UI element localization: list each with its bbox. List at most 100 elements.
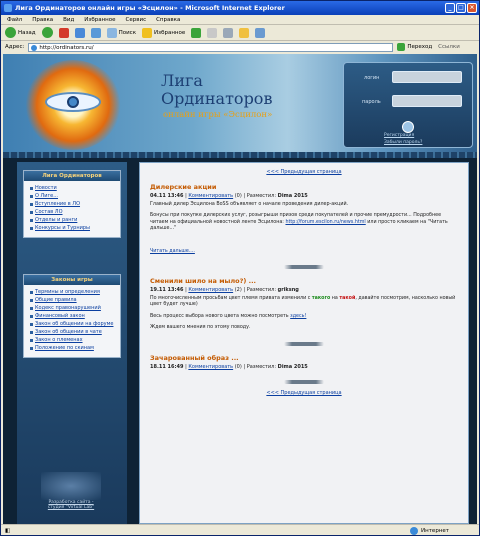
sidebar-link[interactable]: Общие правила [35,297,77,303]
sidebar-link[interactable]: Конкурсы и Турниры [35,225,90,231]
sidebar-item-join[interactable]: Вступление в ЛО [30,201,120,207]
read-more-link[interactable]: Читать дальше.... [150,249,195,254]
sidebar-item-about[interactable]: О Лиге... [30,193,120,199]
menu-favorites[interactable]: Избранное [84,15,115,24]
address-input[interactable]: http://ordinators.ru/ [28,42,394,52]
sidebar-link[interactable]: Состав ЛО [35,209,63,215]
favorites-button[interactable]: Избранное [142,27,186,38]
messenger-button[interactable] [255,27,266,38]
comment-link[interactable]: Комментировать [188,193,233,199]
forward-button[interactable] [41,27,53,38]
search-button[interactable]: Поиск [106,27,136,38]
sidebar-link[interactable]: Закон об общении на форуме [35,321,113,327]
sidebar-item-skins[interactable]: Положение по скинам [30,345,120,351]
comment-count: (0) [234,363,242,370]
prev-page-link-bottom[interactable]: <<< Предыдущая страница [150,390,458,396]
register-link[interactable]: Регистрация [384,133,414,138]
password-label: пароль [362,99,381,105]
sidebar-item-finance[interactable]: Финансовый закон [30,313,120,319]
post: Зачарованный образ ... 18.11 16:49 | Ком… [150,354,458,370]
sidebar-item-tribes-law[interactable]: Закон о племенах [30,337,120,343]
password-input[interactable] [392,95,462,107]
footer-studio[interactable]: студия "Virtual Lab" [21,505,121,510]
sidebar-link[interactable]: Кодекс правонарушений [35,305,101,311]
main-content: <<< Предыдущая страница Дилерские акции … [139,162,469,524]
back-label: Назад [18,29,36,36]
sidebar: Лига Ординаторов Новости О Лиге... Вступ… [17,162,127,524]
sidebar-link[interactable]: Положение по скинам [35,345,94,351]
address-bar: Адрес: http://ordinators.ru/ Переход Ссы… [1,41,479,53]
menu-tools[interactable]: Сервис [126,15,147,24]
sidebar-item-news[interactable]: Новости [30,185,120,191]
post-date: 04.11 13:46 [150,193,184,199]
post-paragraph: По многочисленным просьбам цвет племя пр… [150,296,458,309]
comment-link[interactable]: Комментировать [188,364,233,370]
menu-edit[interactable]: Правка [32,15,53,24]
close-button[interactable]: × [467,3,477,13]
print-button[interactable] [223,27,234,38]
zone-label: Интернет [421,527,449,534]
stop-button[interactable] [58,27,69,38]
sidebar-item-terms[interactable]: Термины и определения [30,289,120,295]
post-date: 18.11 16:49 [150,363,184,370]
author-label: Разместил: [246,193,277,199]
sidebar-item-chat-law[interactable]: Закон об общении в чате [30,329,120,335]
window-title: Лига Ординаторов онлайн игры «Эсцилон» -… [15,4,285,12]
post-title[interactable]: Зачарованный образ ... [150,354,458,362]
login-submit-button[interactable] [402,121,414,133]
maximize-button[interactable]: □ [456,3,466,13]
back-button[interactable]: Назад [5,27,36,38]
sidebar-item-contests[interactable]: Конкурсы и Турниры [30,225,120,231]
minimize-button[interactable]: _ [445,3,455,13]
sidebar-item-rules[interactable]: Общие правила [30,297,120,303]
post-separator [284,265,324,270]
here-link[interactable]: здесь! [290,314,306,319]
zone-indicator: Интернет [410,526,449,535]
post-meta: 04.11 13:46 | Комментировать (0) | Разме… [150,193,308,199]
site-header: Лига Ординаторов онлайн игры «Эсцилон» л… [3,54,477,152]
history-button[interactable] [191,27,202,38]
post-paragraph: Ждем вашего мнения по этому поводу. [150,325,251,331]
refresh-button[interactable] [74,27,85,38]
panel-league-title: Лига Ординаторов [24,171,120,181]
page-viewport: Лига Ординаторов онлайн игры «Эсцилон» л… [3,54,477,524]
sidebar-link[interactable]: О Лиге... [35,193,58,199]
sidebar-item-members[interactable]: Состав ЛО [30,209,120,215]
globe-icon [410,526,419,535]
menu-view[interactable]: Вид [63,15,74,24]
folder-button[interactable] [239,27,250,38]
sidebar-link[interactable]: Термины и определения [35,289,100,295]
post: Дилерские акции 04.11 13:46 | Комментиро… [150,183,458,255]
sidebar-link[interactable]: Закон об общении в чате [35,329,102,335]
sidebar-link[interactable]: Вступление в ЛО [35,201,80,207]
author-label: Разместил: [246,287,277,294]
mail-button[interactable] [207,27,218,38]
post-body: Главный дилер Эсцилона BoSS объявляет о … [150,202,458,255]
sidebar-footer: Разработка сайта - студия "Virtual Lab" [21,472,121,522]
post-date: 19.11 13:46 [150,287,184,294]
sidebar-link[interactable]: Новости [35,185,57,191]
post-text: По многочисленным просьбам цвет племя пр… [150,296,311,302]
favorites-label: Избранное [154,29,186,36]
sidebar-item-forum-law[interactable]: Закон об общении на форуме [30,321,120,327]
sidebar-item-code[interactable]: Кодекс правонарушений [30,305,120,311]
login-input[interactable] [392,71,462,83]
home-button[interactable] [90,27,101,38]
menu-file[interactable]: Файл [7,15,22,24]
menu-bar: Файл Правка Вид Избранное Сервис Справка [1,15,479,25]
menu-help[interactable]: Справка [156,15,180,24]
post-title[interactable]: Дилерские акции [150,183,458,191]
prev-page-link-top[interactable]: <<< Предыдущая страница [150,169,458,175]
post-title[interactable]: Сменили шило на мыло?) ... [150,277,458,285]
comment-link[interactable]: Комментировать [188,287,233,293]
go-button[interactable]: Переход [397,43,432,51]
sidebar-link[interactable]: Закон о племенах [35,337,83,343]
logo-subtitle: онлайн игры «Эсцилон» [163,110,273,120]
sidebar-link[interactable]: Финансовый закон [35,313,85,319]
sidebar-item-ranks[interactable]: Отделы и ранги [30,217,120,223]
forgot-password-link[interactable]: Забыли пароль? [384,140,422,145]
sidebar-link[interactable]: Отделы и ранги [35,217,77,223]
post-meta: 18.11 16:49 | Комментировать (0) | Разме… [150,363,308,370]
links-button[interactable]: Ссылки [438,44,460,50]
news-link[interactable]: http://forum.escilon.ru/news.html [285,220,365,225]
